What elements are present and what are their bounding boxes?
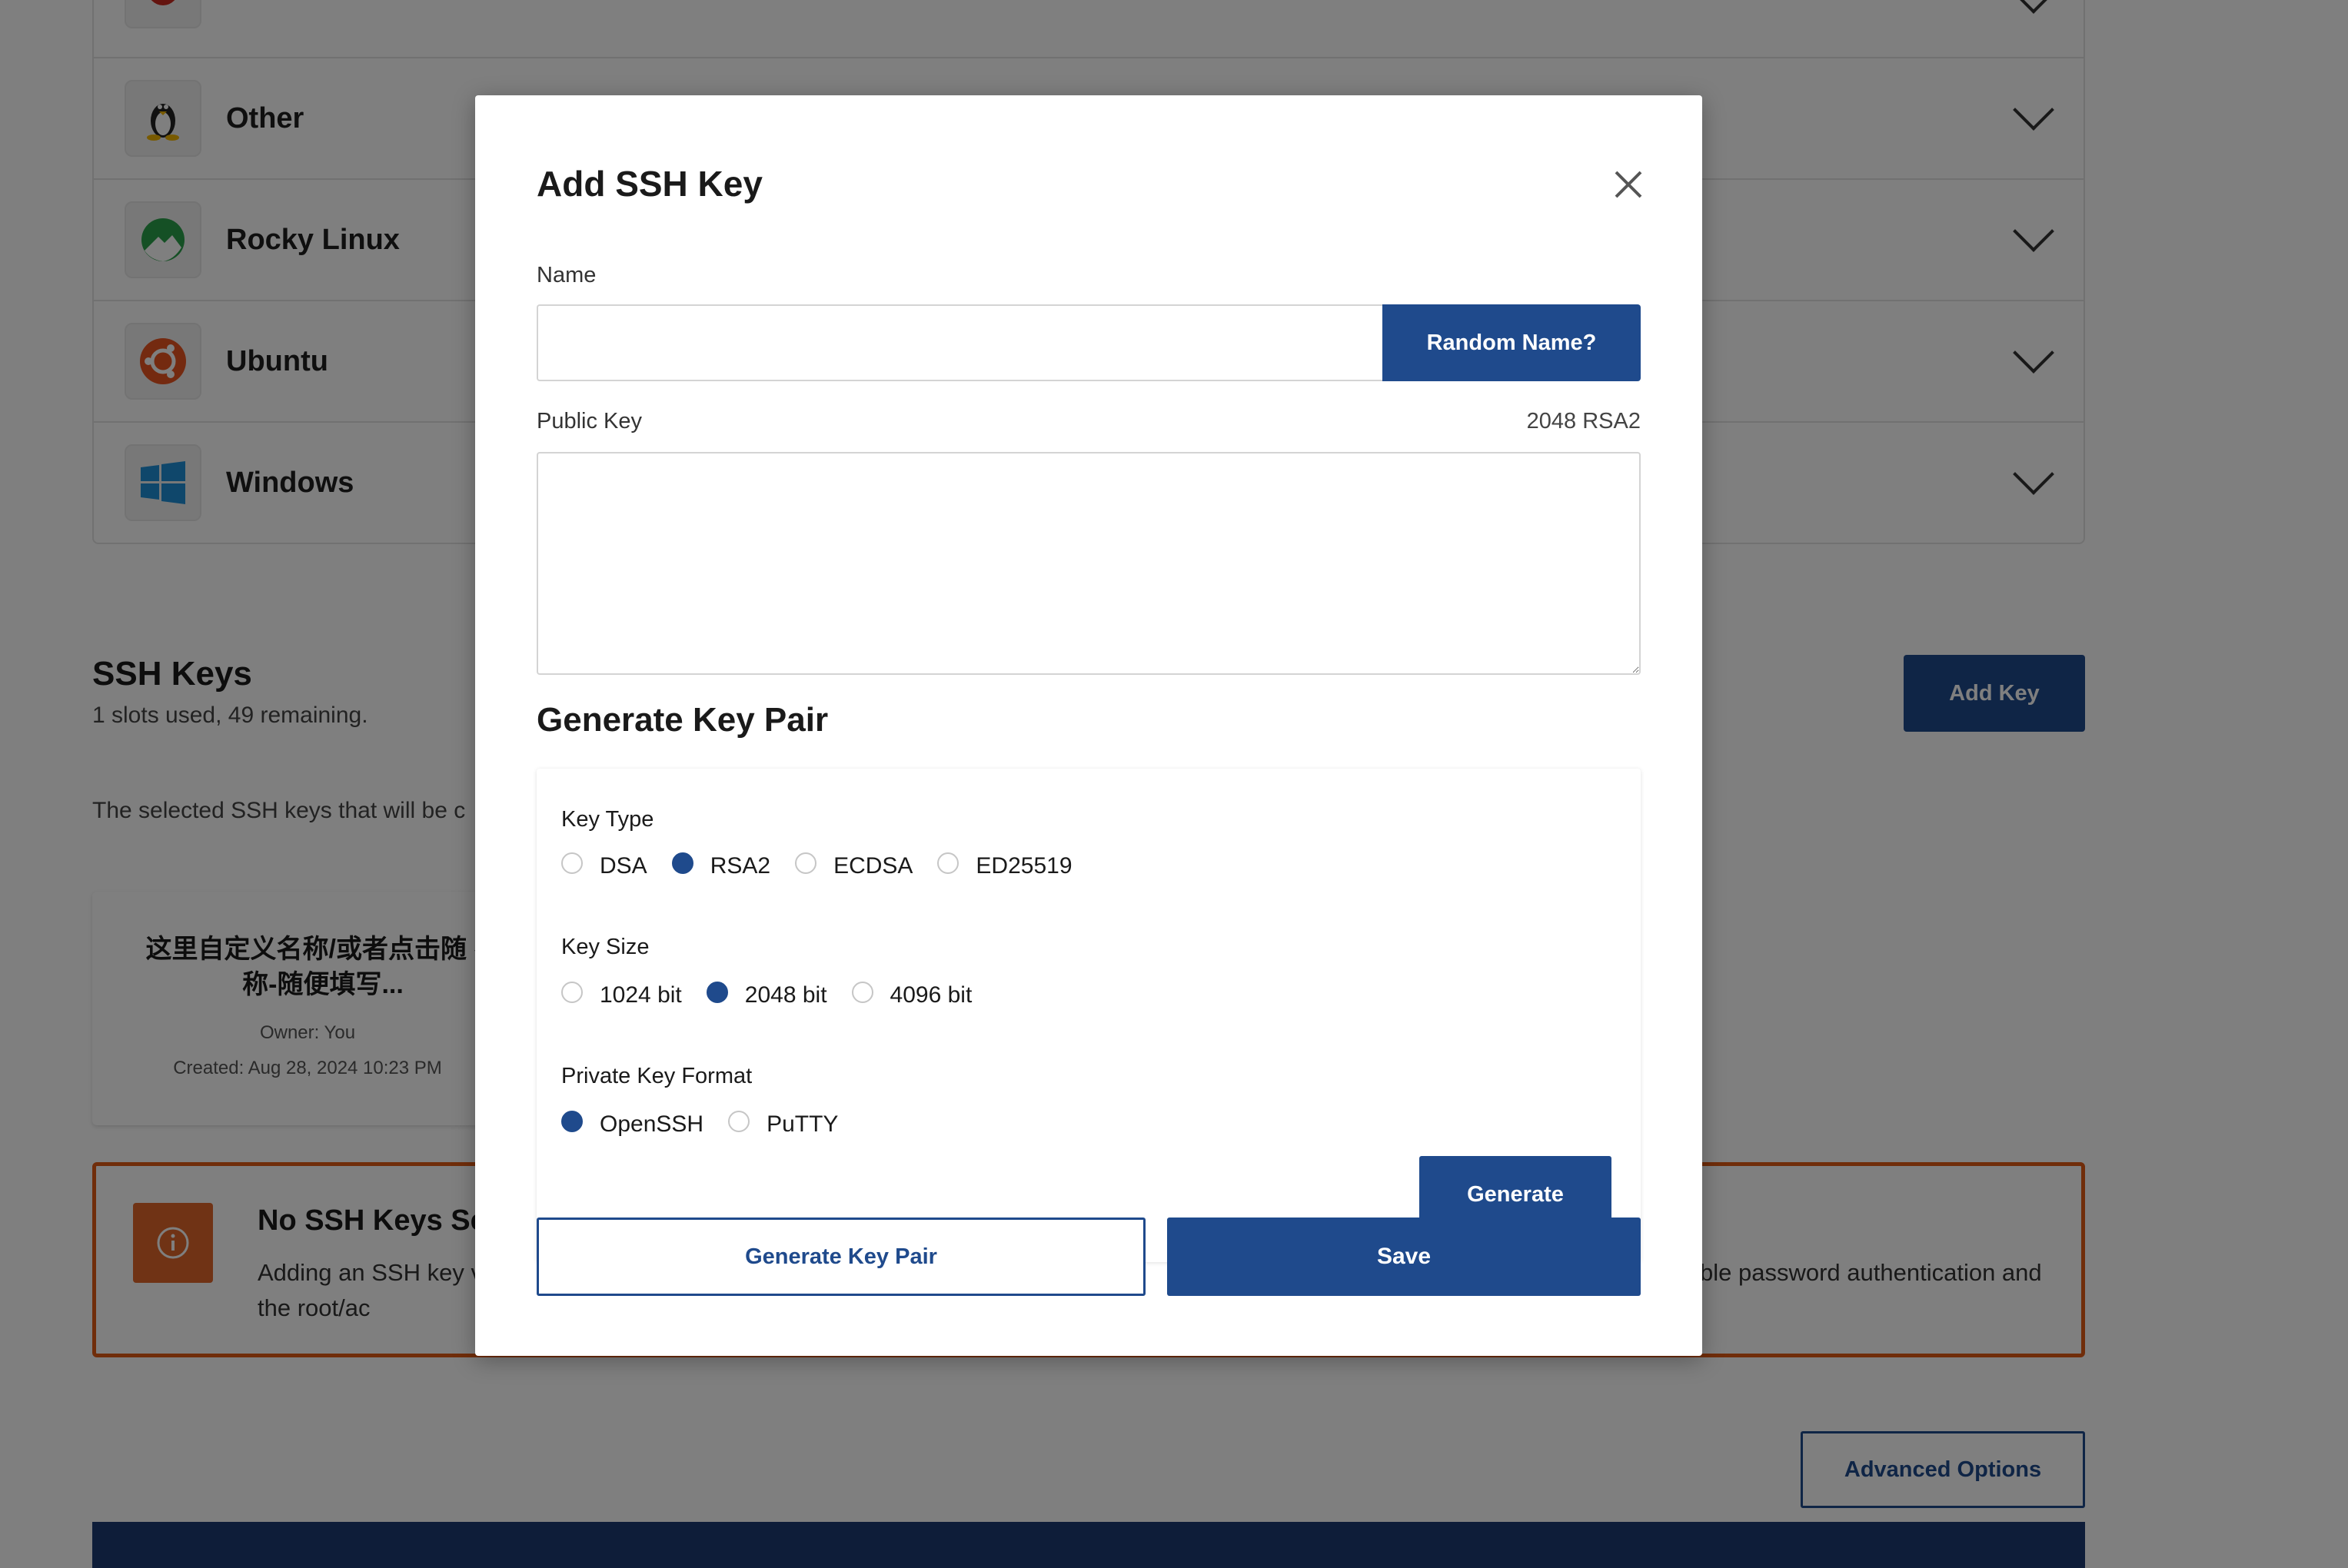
key-type-ecdsa[interactable]: ECDSA: [795, 852, 913, 879]
key-size-label: Key Size: [561, 935, 650, 959]
radio-label: PuTTY: [767, 1111, 839, 1137]
key-size-radio-group: 1024 bit 2048 bit 4096 bit: [561, 982, 996, 1008]
radio-label: OpenSSH: [600, 1111, 704, 1137]
private-key-format-label: Private Key Format: [561, 1064, 753, 1088]
radio-button[interactable]: [795, 852, 817, 874]
radio-label: DSA: [600, 853, 647, 879]
name-label: Name: [537, 263, 597, 287]
radio-label: 1024 bit: [600, 982, 682, 1008]
radio-button[interactable]: [851, 982, 873, 1003]
generate-key-pair-button[interactable]: Generate Key Pair: [537, 1218, 1146, 1296]
radio-label: RSA2: [710, 853, 771, 879]
generate-key-pair-panel: Key Type DSA RSA2 ECDSA ED25519 Key Size: [537, 769, 1641, 1262]
radio-button[interactable]: [937, 852, 959, 874]
save-button[interactable]: Save: [1167, 1218, 1641, 1296]
radio-label: ED25519: [976, 853, 1073, 879]
format-putty[interactable]: PuTTY: [728, 1111, 838, 1138]
key-type-ed25519[interactable]: ED25519: [937, 852, 1073, 879]
private-key-format-radio-group: OpenSSH PuTTY: [561, 1111, 863, 1138]
radio-label: ECDSA: [833, 853, 913, 879]
radio-button[interactable]: [561, 852, 583, 874]
generate-key-pair-heading: Generate Key Pair: [537, 701, 829, 739]
key-type-rsa2[interactable]: RSA2: [671, 852, 771, 879]
key-type-dsa[interactable]: DSA: [561, 852, 647, 879]
radio-button[interactable]: [728, 1111, 750, 1132]
public-key-label: Public Key: [537, 409, 643, 434]
modal-title: Add SSH Key: [537, 164, 763, 204]
radio-button[interactable]: [561, 1111, 583, 1132]
radio-button[interactable]: [561, 982, 583, 1003]
key-size-4096[interactable]: 4096 bit: [851, 982, 973, 1008]
add-ssh-key-modal: Add SSH Key Name Random Name? Public Key…: [475, 95, 1702, 1356]
radio-label: 2048 bit: [744, 982, 827, 1008]
name-input[interactable]: [537, 304, 1384, 381]
public-key-textarea[interactable]: [537, 452, 1641, 675]
radio-button[interactable]: [671, 852, 693, 874]
public-key-meta: 2048 RSA2: [1526, 409, 1641, 434]
format-openssh[interactable]: OpenSSH: [561, 1111, 703, 1138]
radio-button[interactable]: [706, 982, 728, 1003]
random-name-button[interactable]: Random Name?: [1382, 304, 1641, 381]
key-size-1024[interactable]: 1024 bit: [561, 982, 682, 1008]
close-icon[interactable]: [1611, 168, 1645, 201]
key-size-2048[interactable]: 2048 bit: [706, 982, 827, 1008]
key-type-radio-group: DSA RSA2 ECDSA ED25519: [561, 852, 1097, 879]
key-type-label: Key Type: [561, 807, 654, 832]
radio-label: 4096 bit: [890, 982, 973, 1008]
